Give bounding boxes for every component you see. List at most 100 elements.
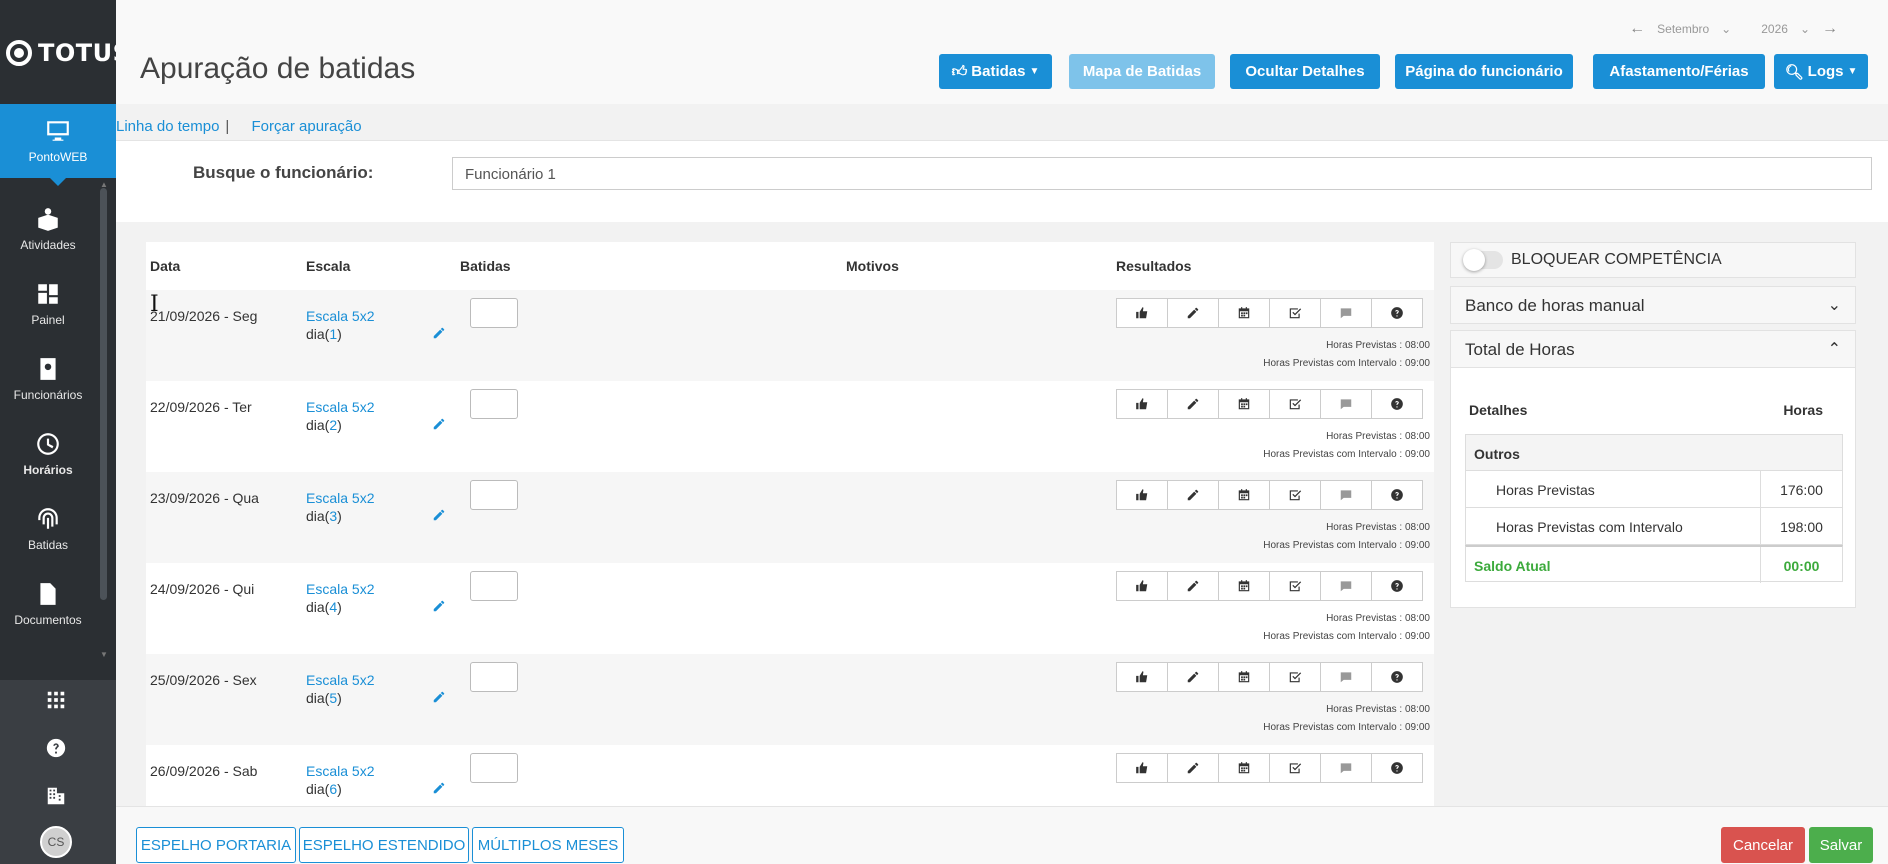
escala-link[interactable]: Escala 5x2 (306, 308, 374, 324)
pencil-button[interactable] (1167, 298, 1219, 328)
result-actions (1116, 480, 1423, 510)
check-square-button[interactable] (1269, 571, 1321, 601)
month-select[interactable]: Setembro (1657, 22, 1709, 36)
edit-escala-icon[interactable] (432, 781, 448, 797)
year-select[interactable]: 2026 (1761, 22, 1788, 36)
check-square-button[interactable] (1269, 389, 1321, 419)
edit-escala-icon[interactable] (432, 599, 448, 615)
escala-link[interactable]: Escala 5x2 (306, 672, 374, 688)
question-button[interactable] (1371, 480, 1423, 510)
avatar[interactable]: CS (40, 826, 72, 858)
batida-input[interactable] (470, 571, 518, 601)
sidebar-item-horarios[interactable]: Horários (0, 417, 96, 491)
save-button[interactable]: Salvar (1809, 827, 1873, 863)
sidebar-item-label: Documentos (14, 613, 82, 627)
comment-button[interactable] (1320, 389, 1372, 419)
cancel-button[interactable]: Cancelar (1721, 827, 1805, 863)
thumbs-up-button[interactable] (1116, 389, 1168, 419)
linha-do-tempo-link[interactable]: Linha do tempo (116, 118, 219, 135)
thumbs-up-button[interactable] (1116, 662, 1168, 692)
ocultar-detalhes-button[interactable]: Ocultar Detalhes (1230, 54, 1380, 89)
horas-previstas-intervalo: Horas Previstas com Intervalo : 09:00 (1263, 722, 1430, 733)
multiplos-meses-button[interactable]: MÚLTIPLOS MESES (472, 827, 624, 863)
sidebar-item-pontoweb[interactable]: PontoWEB (0, 104, 116, 186)
comment-button[interactable] (1320, 662, 1372, 692)
employee-search-input[interactable]: Funcionário 1 (452, 157, 1872, 190)
batida-input[interactable] (470, 298, 518, 328)
sidebar-item-batidas[interactable]: Batidas (0, 492, 96, 566)
thumbs-up-button[interactable] (1116, 480, 1168, 510)
thumbs-up-button[interactable] (1116, 298, 1168, 328)
horas-previstas: Horas Previstas : 08:00 (1326, 340, 1430, 351)
check-square-button[interactable] (1269, 298, 1321, 328)
batida-input[interactable] (470, 389, 518, 419)
horas-previstas: Horas Previstas : 08:00 (1326, 704, 1430, 715)
edit-escala-icon[interactable] (432, 326, 448, 342)
scroll-down-icon[interactable]: ▼ (100, 650, 108, 659)
pencil-button[interactable] (1167, 480, 1219, 510)
comment-button[interactable] (1320, 571, 1372, 601)
banco-horas-panel-header[interactable]: Banco de horas manual ⌄ (1450, 286, 1856, 324)
question-button[interactable] (1371, 571, 1423, 601)
afastamento-ferias-button[interactable]: Afastamento/Férias (1593, 54, 1765, 89)
edit-escala-icon[interactable] (432, 508, 448, 524)
toggle-switch[interactable] (1463, 249, 1503, 271)
bloquear-competencia[interactable]: BLOQUEAR COMPETÊNCIA (1450, 242, 1856, 278)
comment-button[interactable] (1320, 480, 1372, 510)
batida-input[interactable] (470, 753, 518, 783)
escala-link[interactable]: Escala 5x2 (306, 490, 374, 506)
help-icon[interactable] (42, 734, 70, 762)
pencil-button[interactable] (1167, 571, 1219, 601)
check-square-button[interactable] (1269, 480, 1321, 510)
sidebar-item-atividades[interactable]: Atividades (0, 192, 96, 266)
check-square-button[interactable] (1269, 662, 1321, 692)
escala-link[interactable]: Escala 5x2 (306, 763, 374, 779)
button-label: Batidas (971, 63, 1026, 80)
pencil-button[interactable] (1167, 753, 1219, 783)
mapa-batidas-button[interactable]: Mapa de Batidas (1069, 54, 1215, 89)
question-button[interactable] (1371, 389, 1423, 419)
total-horas-panel-header[interactable]: Total de Horas ⌃ (1450, 330, 1856, 368)
pagina-funcionario-button[interactable]: Página do funcionário (1395, 54, 1573, 89)
escala-link[interactable]: Escala 5x2 (306, 399, 374, 415)
edit-escala-icon[interactable] (432, 690, 448, 706)
calendar-button[interactable] (1218, 298, 1270, 328)
calendar-button[interactable] (1218, 480, 1270, 510)
sidebar-item-documentos[interactable]: Documentos (0, 567, 96, 641)
logs-dropdown-button[interactable]: 🔍︎ Logs ▼ (1774, 54, 1868, 89)
col-escala: Escala (306, 258, 351, 274)
question-button[interactable] (1371, 662, 1423, 692)
question-button[interactable] (1371, 298, 1423, 328)
forcar-apuracao-link[interactable]: Forçar apuração (252, 118, 362, 135)
edit-escala-icon[interactable] (432, 417, 448, 433)
sidebar-scrollbar[interactable] (100, 188, 107, 600)
sidebar-item-painel[interactable]: Painel (0, 267, 96, 341)
espelho-portaria-button[interactable]: ESPELHO PORTARIA (136, 827, 296, 863)
batida-input[interactable] (470, 480, 518, 510)
batida-input[interactable] (470, 662, 518, 692)
apps-grid-icon[interactable] (42, 686, 70, 714)
company-icon[interactable] (42, 782, 70, 810)
calendar-button[interactable] (1218, 571, 1270, 601)
comment-button[interactable] (1320, 298, 1372, 328)
check-square-button[interactable] (1269, 753, 1321, 783)
chevron-down-icon[interactable]: ⌄ (1800, 22, 1810, 36)
arrow-left-icon[interactable]: ← (1629, 20, 1645, 38)
pencil-button[interactable] (1167, 389, 1219, 419)
comment-button[interactable] (1320, 753, 1372, 783)
calendar-button[interactable] (1218, 662, 1270, 692)
fingerprint-icon (38, 508, 58, 529)
batidas-dropdown-button[interactable]: 👍︎ Batidas ▼ (939, 54, 1052, 89)
espelho-estendido-button[interactable]: ESPELHO ESTENDIDO (299, 827, 469, 863)
totvs-logo[interactable]: TOTUS (6, 36, 130, 70)
thumbs-up-button[interactable] (1116, 753, 1168, 783)
calendar-button[interactable] (1218, 753, 1270, 783)
sidebar-item-funcionarios[interactable]: Funcionários (0, 342, 96, 416)
pencil-button[interactable] (1167, 662, 1219, 692)
question-button[interactable] (1371, 753, 1423, 783)
arrow-right-icon[interactable]: → (1822, 20, 1838, 38)
escala-link[interactable]: Escala 5x2 (306, 581, 374, 597)
calendar-button[interactable] (1218, 389, 1270, 419)
chevron-down-icon[interactable]: ⌄ (1721, 22, 1731, 36)
thumbs-up-button[interactable] (1116, 571, 1168, 601)
